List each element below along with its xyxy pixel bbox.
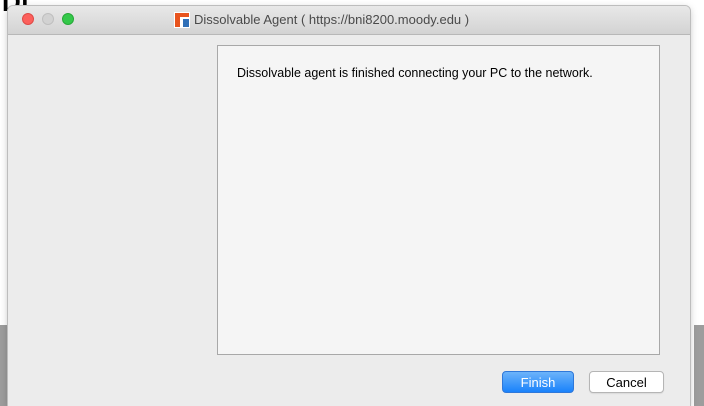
finish-button[interactable]: Finish <box>502 371 574 393</box>
title-bar[interactable]: Dissolvable Agent ( https://bni8200.mood… <box>8 6 690 35</box>
dialog-window: Dissolvable Agent ( https://bni8200.mood… <box>8 6 690 406</box>
background-edge-left <box>0 325 8 406</box>
minimize-window-button[interactable] <box>42 13 54 25</box>
cancel-button[interactable]: Cancel <box>589 371 664 393</box>
window-title: Dissolvable Agent ( https://bni8200.mood… <box>194 12 470 27</box>
close-window-button[interactable] <box>22 13 34 25</box>
status-message: Dissolvable agent is finished connecting… <box>237 66 593 80</box>
dissolvable-agent-icon <box>174 12 190 28</box>
background-edge-right <box>694 325 704 406</box>
maximize-window-button[interactable] <box>62 13 74 25</box>
message-panel: Dissolvable agent is finished connecting… <box>217 45 660 355</box>
screen: Di Dissolvable Agent ( https://bni8200.m… <box>0 0 704 406</box>
